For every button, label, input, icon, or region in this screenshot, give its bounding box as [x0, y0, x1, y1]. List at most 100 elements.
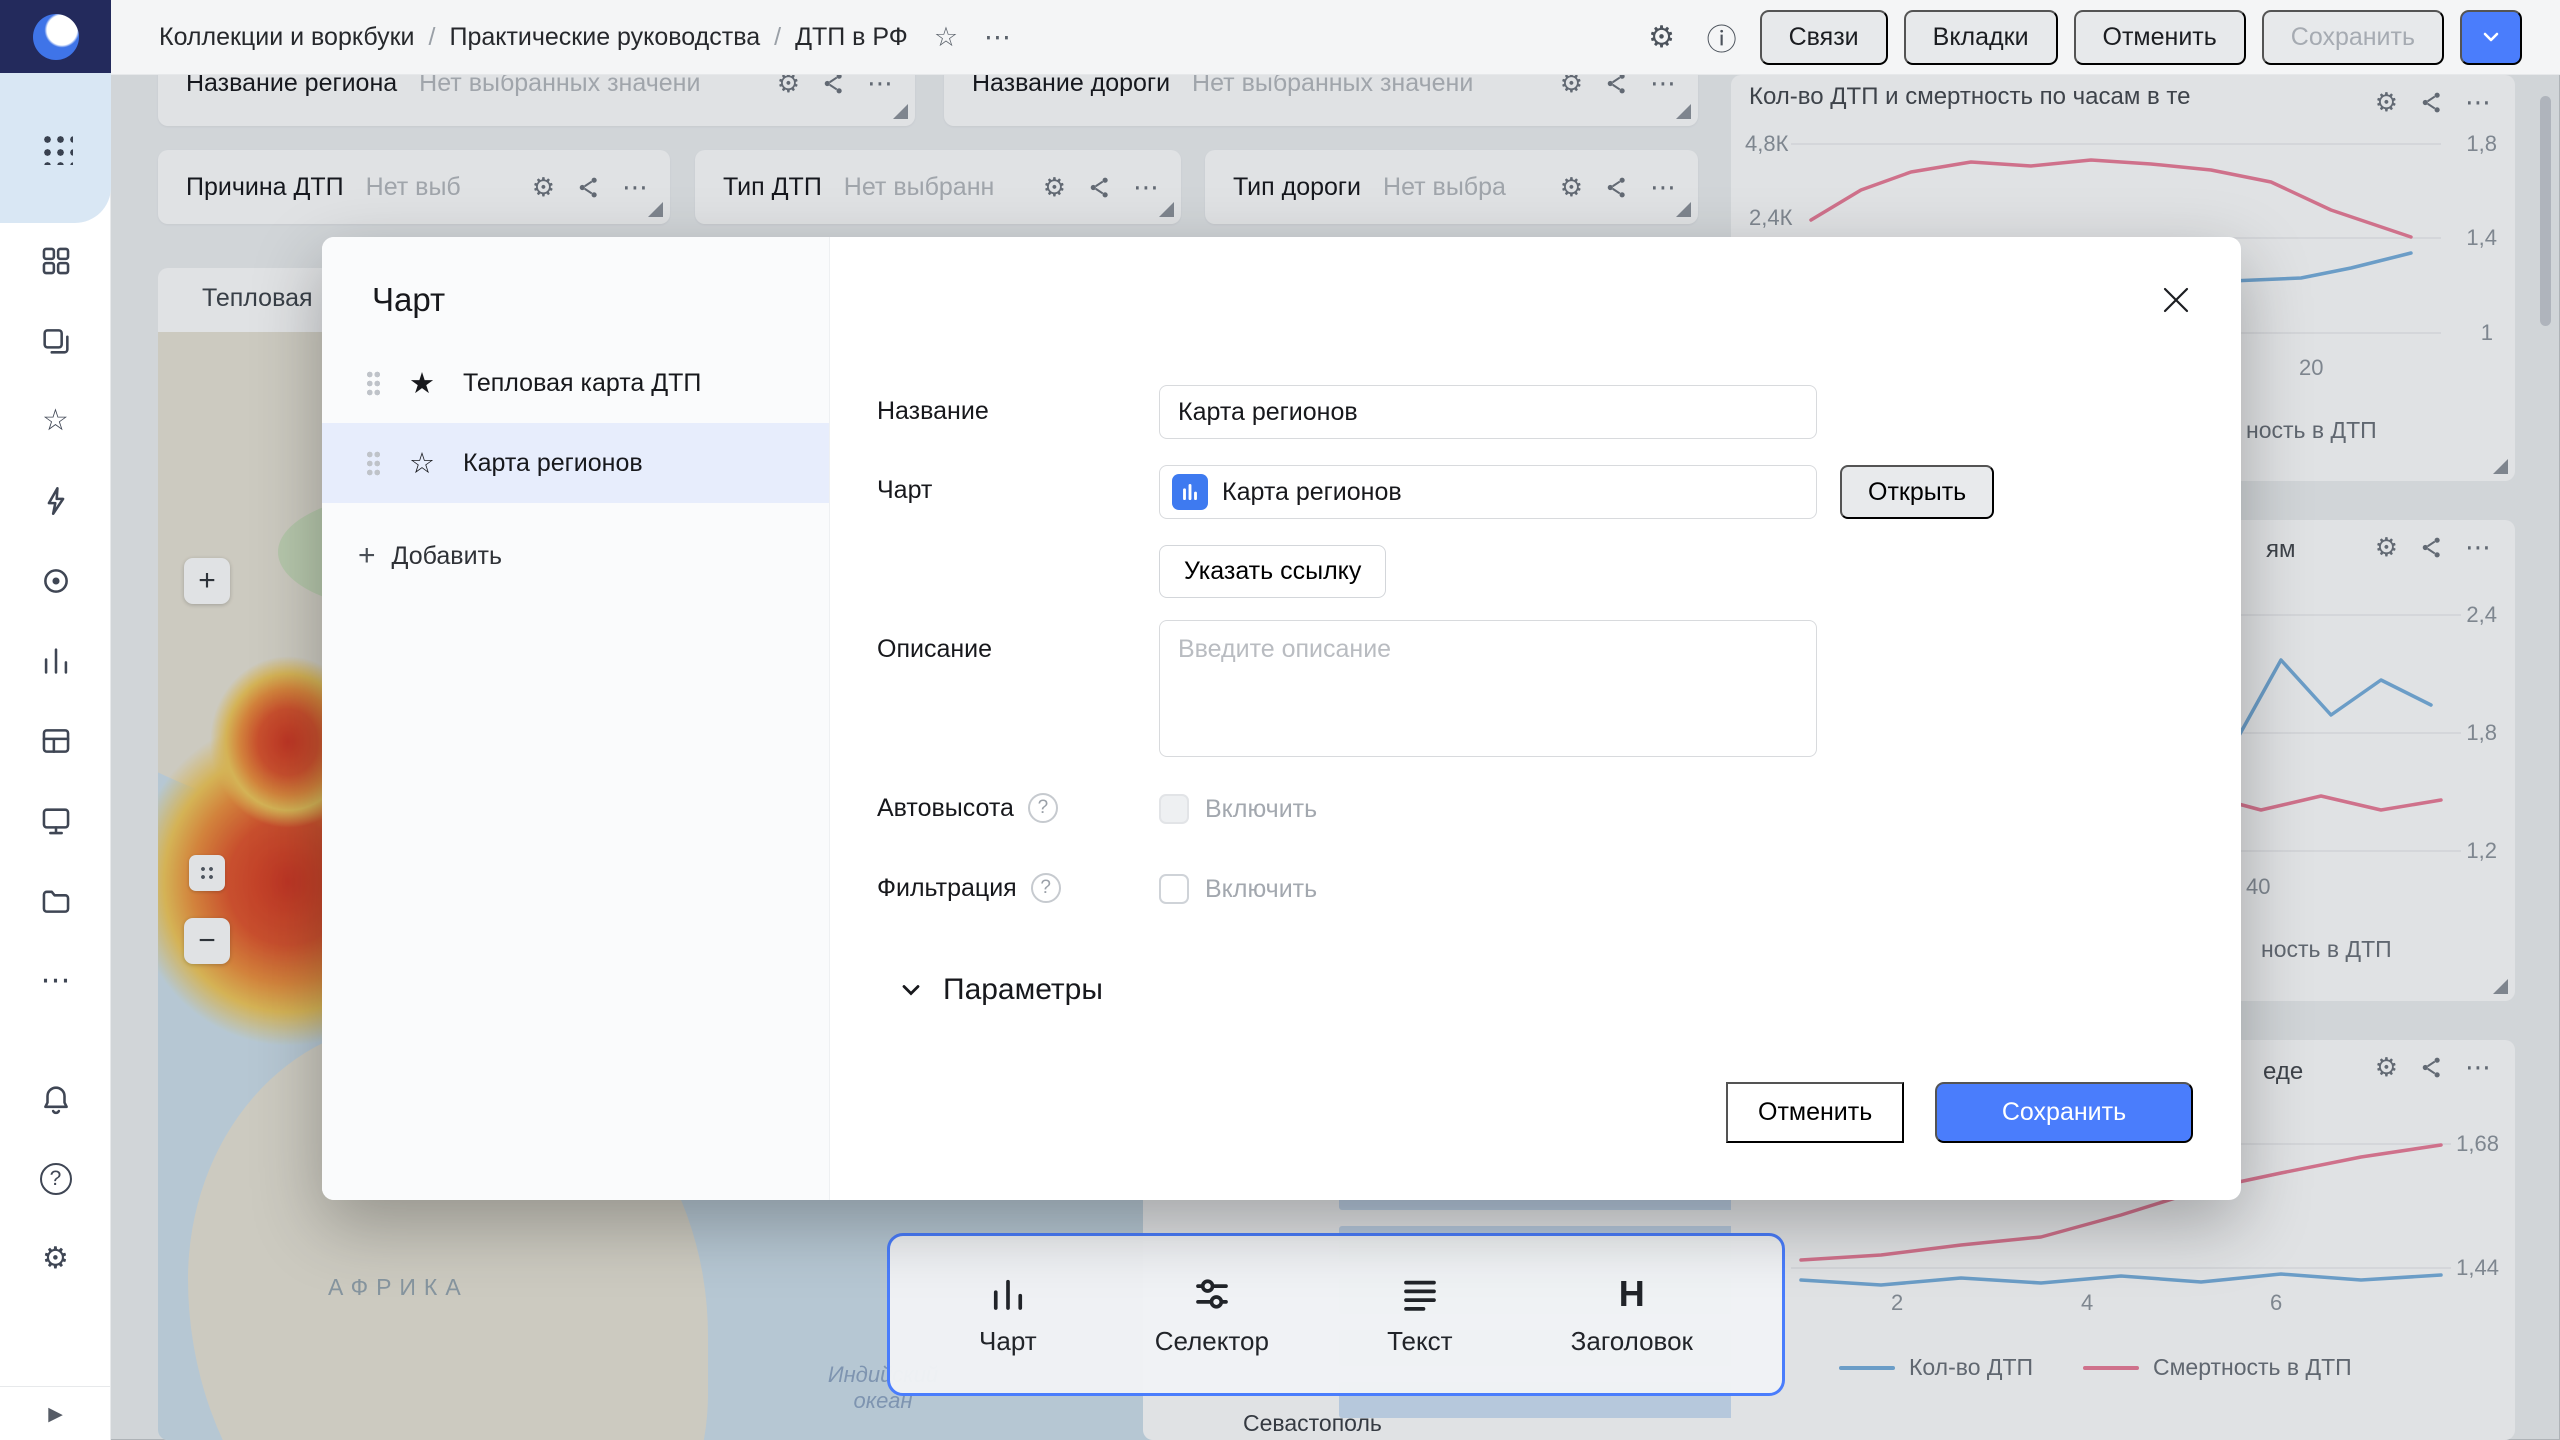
sidebar-item-help[interactable]: ? [37, 1160, 74, 1197]
specify-link-button[interactable]: Указать ссылку [1159, 545, 1386, 598]
tabs-button[interactable]: Вкладки [1904, 10, 2058, 65]
close-icon [2157, 281, 2195, 319]
apps-switcher[interactable] [0, 73, 111, 223]
widget-tab-label: Карта регионов [463, 449, 643, 478]
sidebar-nav: ☆ ⋯ [0, 242, 111, 999]
lens-icon [39, 564, 73, 598]
breadcrumb: Коллекции и воркбуки / Практические руко… [159, 23, 908, 52]
sidebar-item-tables[interactable] [37, 722, 74, 759]
sidebar-item-collections[interactable] [37, 322, 74, 359]
widget-tab-label: Тепловая карта ДТП [463, 369, 701, 398]
logo-icon [33, 14, 79, 60]
help-icon[interactable]: ? [1028, 793, 1058, 823]
description-textarea[interactable] [1159, 620, 1817, 757]
heading-icon: H [1619, 1272, 1645, 1316]
chevron-down-icon [2479, 25, 2503, 49]
parameters-section-toggle[interactable]: Параметры [897, 973, 1103, 1007]
top-header: Коллекции и воркбуки / Практические руко… [111, 0, 2560, 75]
bar-chart-icon [39, 644, 73, 678]
sidebar-bottom-nav: ? ⚙ [0, 1080, 111, 1277]
autoheight-label-text: Автовысота [877, 794, 1014, 823]
open-chart-button[interactable]: Открыть [1840, 465, 1994, 519]
more-icon: ⋯ [41, 963, 71, 998]
toolbar-item-label: Чарт [979, 1326, 1037, 1357]
dialog-form-panel: Название Чарт Карта регионов Открыть Ука… [830, 237, 2241, 1200]
dialog-cancel-button[interactable]: Отменить [1726, 1082, 1904, 1143]
name-field-label: Название [877, 397, 989, 426]
dashboards-icon [39, 244, 73, 278]
more-icon[interactable]: ⋯ [984, 22, 1011, 53]
sidebar-item-storage[interactable] [37, 882, 74, 919]
bell-icon [39, 1082, 73, 1116]
drag-handle-icon[interactable] [366, 450, 381, 477]
widget-tab-item-selected[interactable]: ☆ Карта регионов [322, 423, 829, 503]
autoheight-label: Автовысота ? [877, 793, 1058, 823]
drag-handle-icon[interactable] [366, 370, 381, 397]
add-widget-label: Добавить [392, 542, 503, 571]
sidebar-item-presentations[interactable] [37, 802, 74, 839]
sidebar-item-notifications[interactable] [37, 1080, 74, 1117]
chart-picker-field[interactable]: Карта регионов [1159, 465, 1817, 519]
sidebar-footer: ▶ [0, 1386, 111, 1440]
sidebar-item-charts[interactable] [37, 642, 74, 679]
info-icon[interactable]: ⓘ [1700, 15, 1744, 59]
breadcrumb-current: ДТП в РФ [795, 23, 908, 52]
star-icon: ☆ [42, 403, 69, 438]
help-icon: ? [40, 1163, 72, 1195]
filtering-checkbox-row: Включить [1159, 874, 1317, 904]
expand-sidebar-button[interactable]: ▶ [48, 1403, 63, 1426]
name-input[interactable] [1159, 385, 1817, 439]
widget-tab-item[interactable]: ★ Тепловая карта ДТП [322, 343, 829, 423]
help-icon[interactable]: ? [1031, 873, 1061, 903]
breadcrumb-separator: / [429, 23, 436, 52]
toolbar-item-text[interactable]: Текст [1387, 1272, 1452, 1357]
add-widget-toolbar: Чарт Селектор Текст H Заголовок [887, 1233, 1785, 1396]
dialog-save-button[interactable]: Сохранить [1935, 1082, 2193, 1143]
sidebar-item-dashboards[interactable] [37, 242, 74, 279]
sidebar-item-favorites[interactable]: ☆ [37, 402, 74, 439]
dialog-title: Чарт [372, 281, 445, 319]
toolbar-item-heading[interactable]: H Заголовок [1571, 1272, 1693, 1357]
folder-icon [39, 884, 73, 918]
filtering-label: Фильтрация ? [877, 873, 1061, 903]
breadcrumb-guides[interactable]: Практические руководства [449, 23, 760, 52]
lightning-icon [39, 484, 73, 518]
sidebar-item-editor[interactable] [37, 482, 74, 519]
relations-button[interactable]: Связи [1760, 10, 1888, 65]
toolbar-item-chart[interactable]: Чарт [979, 1272, 1037, 1357]
save-dropdown-button[interactable] [2460, 10, 2522, 65]
enable-label: Включить [1205, 795, 1317, 824]
collections-icon [39, 324, 73, 358]
enable-label: Включить [1205, 875, 1317, 904]
text-lines-icon [1399, 1272, 1441, 1316]
chart-type-icon [1172, 474, 1208, 510]
left-sidebar: ☆ ⋯ ? ⚙ ▶ [0, 0, 111, 1440]
save-button[interactable]: Сохранить [2262, 10, 2444, 65]
star-filled-icon[interactable]: ★ [405, 366, 439, 401]
close-dialog-button[interactable] [2157, 281, 2195, 319]
sidebar-item-monitoring[interactable] [37, 562, 74, 599]
table-icon [39, 724, 73, 758]
sliders-icon [1191, 1272, 1233, 1316]
parameters-section-label: Параметры [943, 973, 1103, 1007]
settings-gear-icon[interactable]: ⚙ [1640, 20, 1684, 55]
toolbar-item-label: Селектор [1155, 1326, 1269, 1357]
apps-grid-icon [39, 131, 73, 165]
app-window: Название региона Нет выбранных значени ⚙… [0, 0, 2560, 1440]
star-outline-icon[interactable]: ☆ [405, 446, 439, 481]
breadcrumb-collections[interactable]: Коллекции и воркбуки [159, 23, 415, 52]
chart-icon [987, 1272, 1029, 1316]
chart-field-label: Чарт [877, 476, 932, 505]
filtering-checkbox[interactable] [1159, 874, 1189, 904]
toolbar-item-selector[interactable]: Селектор [1155, 1272, 1269, 1357]
cancel-button[interactable]: Отменить [2074, 10, 2246, 65]
widget-tabs-panel: Чарт ★ Тепловая карта ДТП ☆ Карта регион… [322, 237, 830, 1200]
chart-settings-dialog: Чарт ★ Тепловая карта ДТП ☆ Карта регион… [322, 237, 2241, 1200]
favorite-star-icon[interactable]: ☆ [934, 22, 958, 53]
filtering-label-text: Фильтрация [877, 874, 1017, 903]
app-logo[interactable] [0, 0, 111, 73]
sidebar-item-more[interactable]: ⋯ [37, 962, 74, 999]
add-widget-button[interactable]: + Добавить [358, 539, 502, 573]
sidebar-item-settings[interactable]: ⚙ [37, 1240, 74, 1277]
autoheight-checkbox[interactable] [1159, 794, 1189, 824]
